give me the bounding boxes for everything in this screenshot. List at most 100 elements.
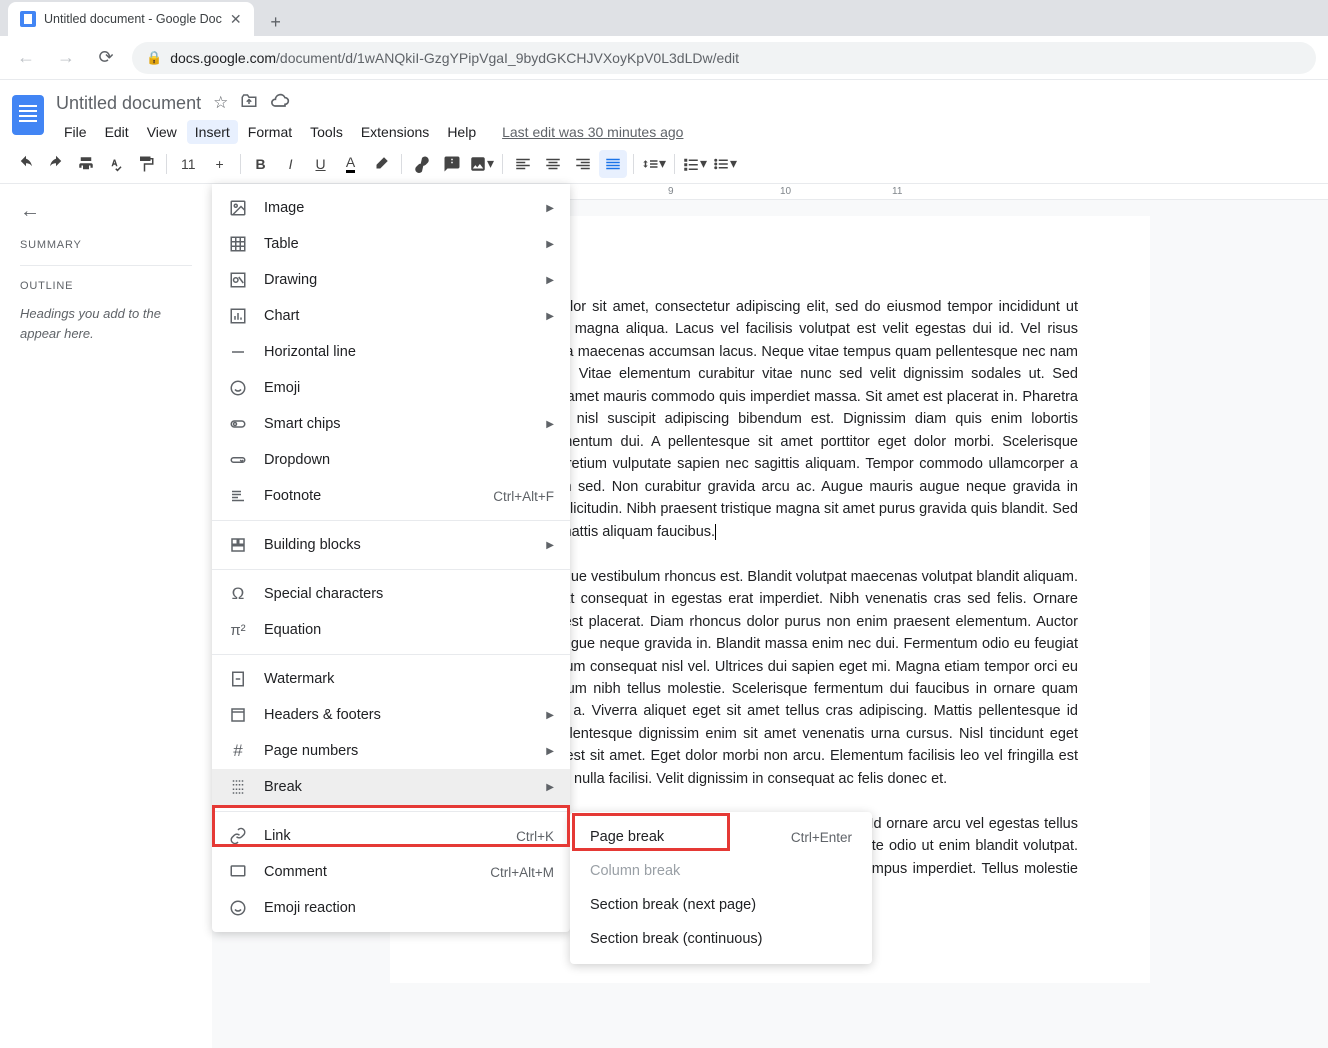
nav-forward-button[interactable]: → [52,44,80,72]
align-right-button[interactable] [569,150,597,178]
insert-menu-item-image[interactable]: Image▶ [212,190,570,226]
drawing-icon [228,270,248,290]
browser-tab[interactable]: Untitled document - Google Doc ✕ [8,2,254,36]
menu-extensions[interactable]: Extensions [353,120,437,144]
insert-menu-item-footnote[interactable]: FootnoteCtrl+Alt+F [212,478,570,514]
break-icon [228,777,248,797]
undo-button[interactable] [12,150,40,178]
insert-menu-item-link[interactable]: LinkCtrl+K [212,818,570,854]
font-size-increase[interactable]: + [206,150,234,178]
submenu-item-section-break-continuous-[interactable]: Section break (continuous) [570,922,872,956]
tab-close-icon[interactable]: ✕ [230,11,242,28]
document-title[interactable]: Untitled document [56,93,201,114]
chevron-right-icon: ▶ [546,540,554,551]
menu-help[interactable]: Help [439,120,484,144]
chevron-right-icon: ▶ [546,710,554,721]
docs-favicon-icon [20,11,36,27]
insert-menu-item-emoji[interactable]: Emoji [212,370,570,406]
insert-menu-item-emoji-reaction[interactable]: Emoji reaction [212,890,570,926]
break-submenu: Page breakCtrl+EnterColumn breakSection … [570,812,872,964]
paint-format-button[interactable] [132,150,160,178]
redo-button[interactable] [42,150,70,178]
insert-menu-item-table[interactable]: Table▶ [212,226,570,262]
lock-icon: 🔒 [146,50,162,66]
star-icon[interactable]: ☆ [213,93,228,113]
sidebar-back-button[interactable]: ← [20,200,192,223]
tab-strip: Untitled document - Google Doc ✕ + [0,0,1328,36]
insert-menu-item-comment[interactable]: CommentCtrl+Alt+M [212,854,570,890]
font-size-input[interactable]: 11 [173,156,204,172]
outline-sidebar: ← SUMMARY OUTLINE Headings you add to th… [0,184,212,1048]
last-edit-link[interactable]: Last edit was 30 minutes ago [502,124,683,140]
chevron-right-icon: ▶ [546,239,554,250]
menu-edit[interactable]: Edit [97,120,137,144]
bold-button[interactable]: B [247,150,275,178]
tab-title: Untitled document - Google Doc [44,12,222,26]
reload-button[interactable]: ⟳ [92,44,120,72]
insert-menu-item-drawing[interactable]: Drawing▶ [212,262,570,298]
highlight-button[interactable] [367,150,395,178]
menu-view[interactable]: View [139,120,185,144]
menu-tools[interactable]: Tools [302,120,351,144]
hash-icon: # [228,741,248,761]
toolbar: 11 + B I U A ▾ ▾ ▾ ▾ [0,144,1328,184]
line-spacing-button[interactable]: ▾ [640,150,668,178]
chevron-right-icon: ▶ [546,746,554,757]
menu-file[interactable]: File [56,120,95,144]
app-header: Untitled document ☆ File Edit View Inser… [0,80,1328,144]
align-left-button[interactable] [509,150,537,178]
chevron-right-icon: ▶ [546,419,554,430]
insert-menu-item-watermark[interactable]: Watermark [212,661,570,697]
insert-link-button[interactable] [408,150,436,178]
cloud-status-icon[interactable] [270,91,290,116]
new-tab-button[interactable]: + [262,8,290,36]
chevron-right-icon: ▶ [546,275,554,286]
chips-icon [228,414,248,434]
outline-heading: OUTLINE [20,280,192,292]
insert-menu-item-horizontal-line[interactable]: Horizontal line [212,334,570,370]
submenu-item-section-break-next-page-[interactable]: Section break (next page) [570,888,872,922]
address-bar: ← → ⟳ 🔒 docs.google.com/document/d/1wANQ… [0,36,1328,80]
bulleted-list-button[interactable]: ▾ [711,150,739,178]
insert-image-button[interactable]: ▾ [468,150,496,178]
table-icon [228,234,248,254]
insert-menu-item-equation[interactable]: π²Equation [212,612,570,648]
italic-button[interactable]: I [277,150,305,178]
menu-format[interactable]: Format [240,120,300,144]
insert-menu-item-dropdown[interactable]: Dropdown [212,442,570,478]
comment-icon [228,862,248,882]
checklist-button[interactable]: ▾ [681,150,709,178]
blocks-icon [228,535,248,555]
emoji2-icon [228,898,248,918]
submenu-item-page-break[interactable]: Page breakCtrl+Enter [570,820,872,854]
docs-logo-icon[interactable] [8,88,48,142]
move-icon[interactable] [240,92,258,115]
underline-button[interactable]: U [307,150,335,178]
insert-comment-button[interactable] [438,150,466,178]
insert-menu-item-break[interactable]: Break▶ [212,769,570,805]
footnote-icon [228,486,248,506]
align-center-button[interactable] [539,150,567,178]
text-color-button[interactable]: A [337,150,365,178]
url-field[interactable]: 🔒 docs.google.com/document/d/1wANQkiI-Gz… [132,42,1316,74]
headers-icon [228,705,248,725]
insert-menu-item-page-numbers[interactable]: #Page numbers▶ [212,733,570,769]
emoji-icon [228,378,248,398]
menubar: File Edit View Insert Format Tools Exten… [56,120,1312,144]
menu-insert[interactable]: Insert [187,120,238,144]
insert-menu-item-special-characters[interactable]: ΩSpecial characters [212,576,570,612]
align-justify-button[interactable] [599,150,627,178]
spellcheck-button[interactable] [102,150,130,178]
pi-icon: π² [228,620,248,640]
insert-menu-item-building-blocks[interactable]: Building blocks▶ [212,527,570,563]
insert-menu-item-smart-chips[interactable]: Smart chips▶ [212,406,570,442]
print-button[interactable] [72,150,100,178]
insert-menu-item-chart[interactable]: Chart▶ [212,298,570,334]
chevron-right-icon: ▶ [546,311,554,322]
image-icon [228,198,248,218]
nav-back-button[interactable]: ← [12,44,40,72]
insert-menu-item-headers-footers[interactable]: Headers & footers▶ [212,697,570,733]
omega-icon: Ω [228,584,248,604]
chart-icon [228,306,248,326]
link-icon [228,826,248,846]
